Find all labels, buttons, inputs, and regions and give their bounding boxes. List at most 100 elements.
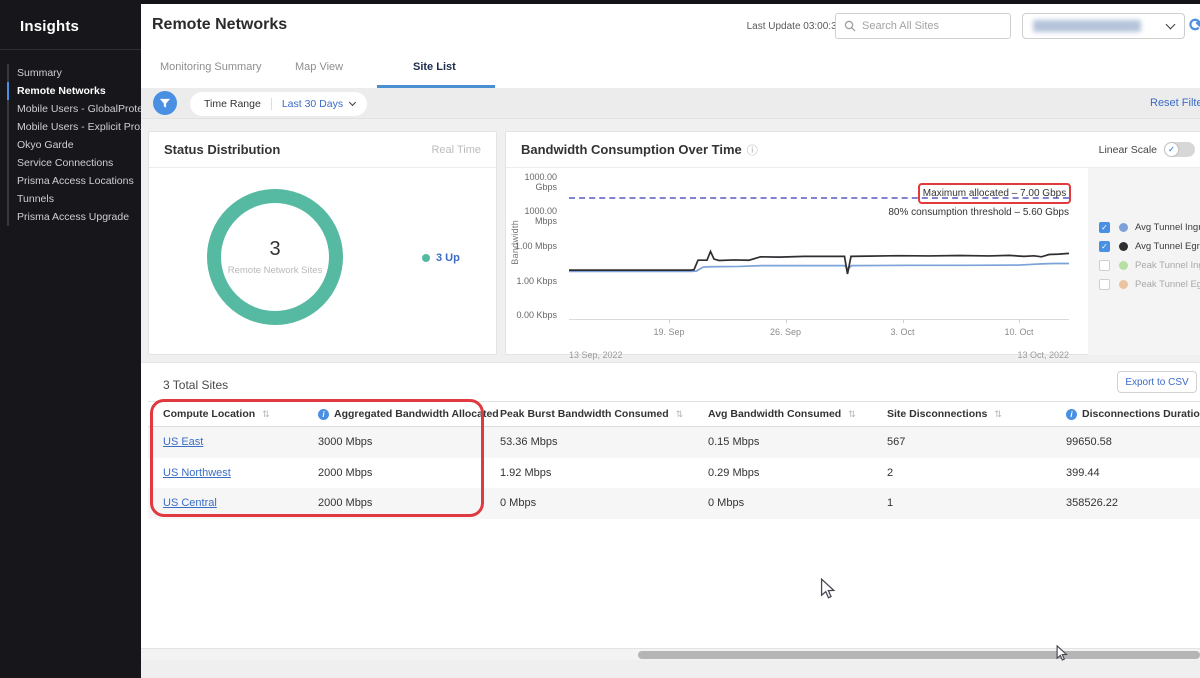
column-compute-location[interactable]: Compute Location⇅ — [148, 408, 318, 420]
tenant-dropdown[interactable] — [1022, 13, 1185, 39]
x-tickmark — [669, 319, 670, 323]
filter-button[interactable] — [153, 91, 177, 115]
sort-icon[interactable]: ⇅ — [676, 409, 684, 420]
legend-item-peak-tunnel-ingress[interactable]: Peak Tunnel Ingress — [1088, 256, 1200, 275]
y-tick-4: 0.00 Kbps — [506, 310, 557, 320]
column-site-disconnections[interactable]: Site Disconnections⇅ — [887, 408, 1066, 420]
chevron-down-icon — [1166, 19, 1176, 29]
sidebar-item-remote-networks[interactable]: Remote Networks — [7, 82, 141, 100]
main-area: Remote Networks Last Update 03:00:32 PM … — [141, 4, 1200, 678]
search-icon — [844, 20, 856, 32]
column-aggregated-bandwidth[interactable]: iAggregated Bandwidth Allocated — [318, 408, 500, 420]
site-list-table: Compute Location⇅ iAggregated Bandwidth … — [148, 401, 1200, 519]
column-peak-burst-bandwidth[interactable]: Peak Burst Bandwidth Consumed⇅ — [500, 408, 708, 420]
series-color-dot-icon — [1119, 242, 1128, 251]
info-icon[interactable]: i — [318, 409, 329, 420]
y-tick-0: 1000.00 Gbps — [506, 172, 557, 192]
sidebar-item-mobile-users-explicit-proxy[interactable]: Mobile Users - Explicit Proxy — [7, 118, 141, 136]
reset-filters-link[interactable]: Reset Filters — [1150, 97, 1200, 109]
bandwidth-card-body: Bandwidth 1000.00 Gbps 1000.00 Mbps 1.00… — [506, 168, 1200, 355]
tab-monitoring-summary[interactable]: Monitoring Summary — [160, 61, 261, 73]
site-link-us-east[interactable]: US East — [163, 436, 203, 448]
window-top-strip — [0, 0, 1200, 4]
chevron-down-icon — [349, 99, 356, 106]
tab-site-list[interactable]: Site List — [413, 61, 456, 73]
search-input[interactable] — [862, 20, 992, 32]
checkbox-unchecked-icon[interactable] — [1099, 260, 1110, 271]
y-tick-1: 1000.00 Mbps — [506, 206, 557, 226]
filter-bar: Time Range Last 30 Days Reset Filters — [141, 88, 1200, 119]
sidebar-item-mobile-users-globalprotect[interactable]: Mobile Users - GlobalProtect — [7, 100, 141, 118]
time-range-filter[interactable]: Time Range Last 30 Days — [190, 92, 367, 116]
checkbox-checked-icon[interactable]: ✓ — [1099, 222, 1110, 233]
table-row: US Northwest 2000 Mbps 1.92 Mbps 0.29 Mb… — [148, 458, 1200, 489]
date-range-start: 13 Sep, 2022 — [569, 350, 623, 360]
site-link-us-northwest[interactable]: US Northwest — [163, 467, 231, 479]
status-card-body: 3 Remote Network Sites 3 Up — [149, 168, 496, 355]
sort-icon[interactable]: ⇅ — [994, 409, 1002, 420]
tab-bar: Monitoring Summary Map View Site List — [141, 47, 1200, 88]
sidebar-item-service-connections[interactable]: Service Connections — [7, 154, 141, 172]
tab-map-view[interactable]: Map View — [295, 61, 343, 73]
sidebar-item-prisma-access-upgrade[interactable]: Prisma Access Upgrade — [7, 208, 141, 226]
sidebar-divider — [0, 49, 141, 50]
up-status-dot-icon — [422, 254, 430, 262]
y-tick-2: 1.00 Mbps — [506, 241, 557, 251]
checkbox-unchecked-icon[interactable] — [1099, 279, 1110, 290]
x-tick-2: 3. Oct — [890, 327, 914, 337]
info-icon[interactable]: ⓘ — [747, 145, 758, 157]
page-header: Remote Networks Last Update 03:00:32 PM … — [141, 4, 1200, 47]
status-donut-chart[interactable]: 3 Remote Network Sites — [207, 189, 343, 325]
legend-item-avg-tunnel-egress[interactable]: ✓ Avg Tunnel Egress — [1088, 237, 1200, 256]
table-row: US East 3000 Mbps 53.36 Mbps 0.15 Mbps 5… — [148, 427, 1200, 458]
time-range-value: Last 30 Days — [272, 98, 350, 110]
content-area: Status Distribution Real Time 3 Remote N… — [141, 119, 1200, 678]
toggle-knob-check-icon: ✓ — [1165, 143, 1178, 156]
tenant-name-redacted — [1033, 20, 1141, 32]
page-title: Remote Networks — [152, 16, 287, 34]
table-header-row: Compute Location⇅ iAggregated Bandwidth … — [148, 401, 1200, 427]
x-tickmark — [1019, 319, 1020, 323]
x-tickmark — [903, 319, 904, 323]
bandwidth-consumption-card: Bandwidth Consumption Over Timeⓘ Linear … — [505, 131, 1200, 355]
column-disconnections-duration[interactable]: iDisconnections Duration — [1066, 408, 1200, 420]
status-card-title: Status Distribution — [164, 142, 280, 157]
refresh-icon[interactable]: ⟳ — [1189, 15, 1200, 36]
horizontal-scrollbar[interactable] — [141, 648, 1200, 660]
sidebar: Insights Summary Remote Networks Mobile … — [0, 0, 141, 678]
sort-icon[interactable]: ⇅ — [262, 409, 270, 420]
annotation-max-allocated-highlight: Maximum allocated – 7.00 Gbps — [918, 183, 1071, 204]
sidebar-item-summary[interactable]: Summary — [7, 64, 141, 82]
search-all-sites-box[interactable] — [835, 13, 1011, 39]
status-legend-item-up[interactable]: 3 Up — [422, 252, 460, 264]
column-avg-bandwidth[interactable]: Avg Bandwidth Consumed⇅ — [708, 408, 887, 420]
series-color-dot-icon — [1119, 280, 1128, 289]
donut-center-label: Remote Network Sites — [228, 265, 323, 276]
footer-strip — [141, 660, 1200, 678]
scrollbar-thumb[interactable] — [638, 651, 1200, 659]
table-row: US Central 2000 Mbps 0 Mbps 0 Mbps 1 358… — [148, 488, 1200, 519]
legend-item-peak-tunnel-egress[interactable]: Peak Tunnel Egress — [1088, 275, 1200, 294]
x-axis-line — [569, 319, 1069, 320]
info-icon[interactable]: i — [1066, 409, 1077, 420]
x-tick-1: 26. Sep — [770, 327, 801, 337]
app-title: Insights — [0, 0, 141, 49]
export-to-csv-button[interactable]: Export to CSV — [1117, 371, 1197, 393]
site-list-panel: 3 Total Sites Export to CSV Compute Loca… — [141, 362, 1200, 648]
bandwidth-card-title: Bandwidth Consumption Over Timeⓘ — [521, 142, 758, 158]
sidebar-item-okyo-garde[interactable]: Okyo Garde — [7, 136, 141, 154]
max-allocated-annotation: Maximum allocated – 7.00 Gbps — [923, 188, 1066, 199]
series-color-dot-icon — [1119, 223, 1128, 232]
series-color-dot-icon — [1119, 261, 1128, 270]
sort-icon[interactable]: ⇅ — [848, 409, 856, 420]
x-tickmark — [786, 319, 787, 323]
site-link-us-central[interactable]: US Central — [163, 497, 217, 509]
legend-item-avg-tunnel-ingress[interactable]: ✓ Avg Tunnel Ingress — [1088, 218, 1200, 237]
sidebar-item-prisma-access-locations[interactable]: Prisma Access Locations — [7, 172, 141, 190]
sidebar-item-tunnels[interactable]: Tunnels — [7, 190, 141, 208]
checkbox-checked-icon[interactable]: ✓ — [1099, 241, 1110, 252]
consumption-threshold-annotation: 80% consumption threshold – 5.60 Gbps — [569, 207, 1069, 218]
bandwidth-card-header: Bandwidth Consumption Over Timeⓘ Linear … — [506, 132, 1200, 168]
linear-scale-toggle[interactable]: ✓ — [1164, 142, 1195, 157]
up-status-label: 3 Up — [436, 252, 460, 264]
